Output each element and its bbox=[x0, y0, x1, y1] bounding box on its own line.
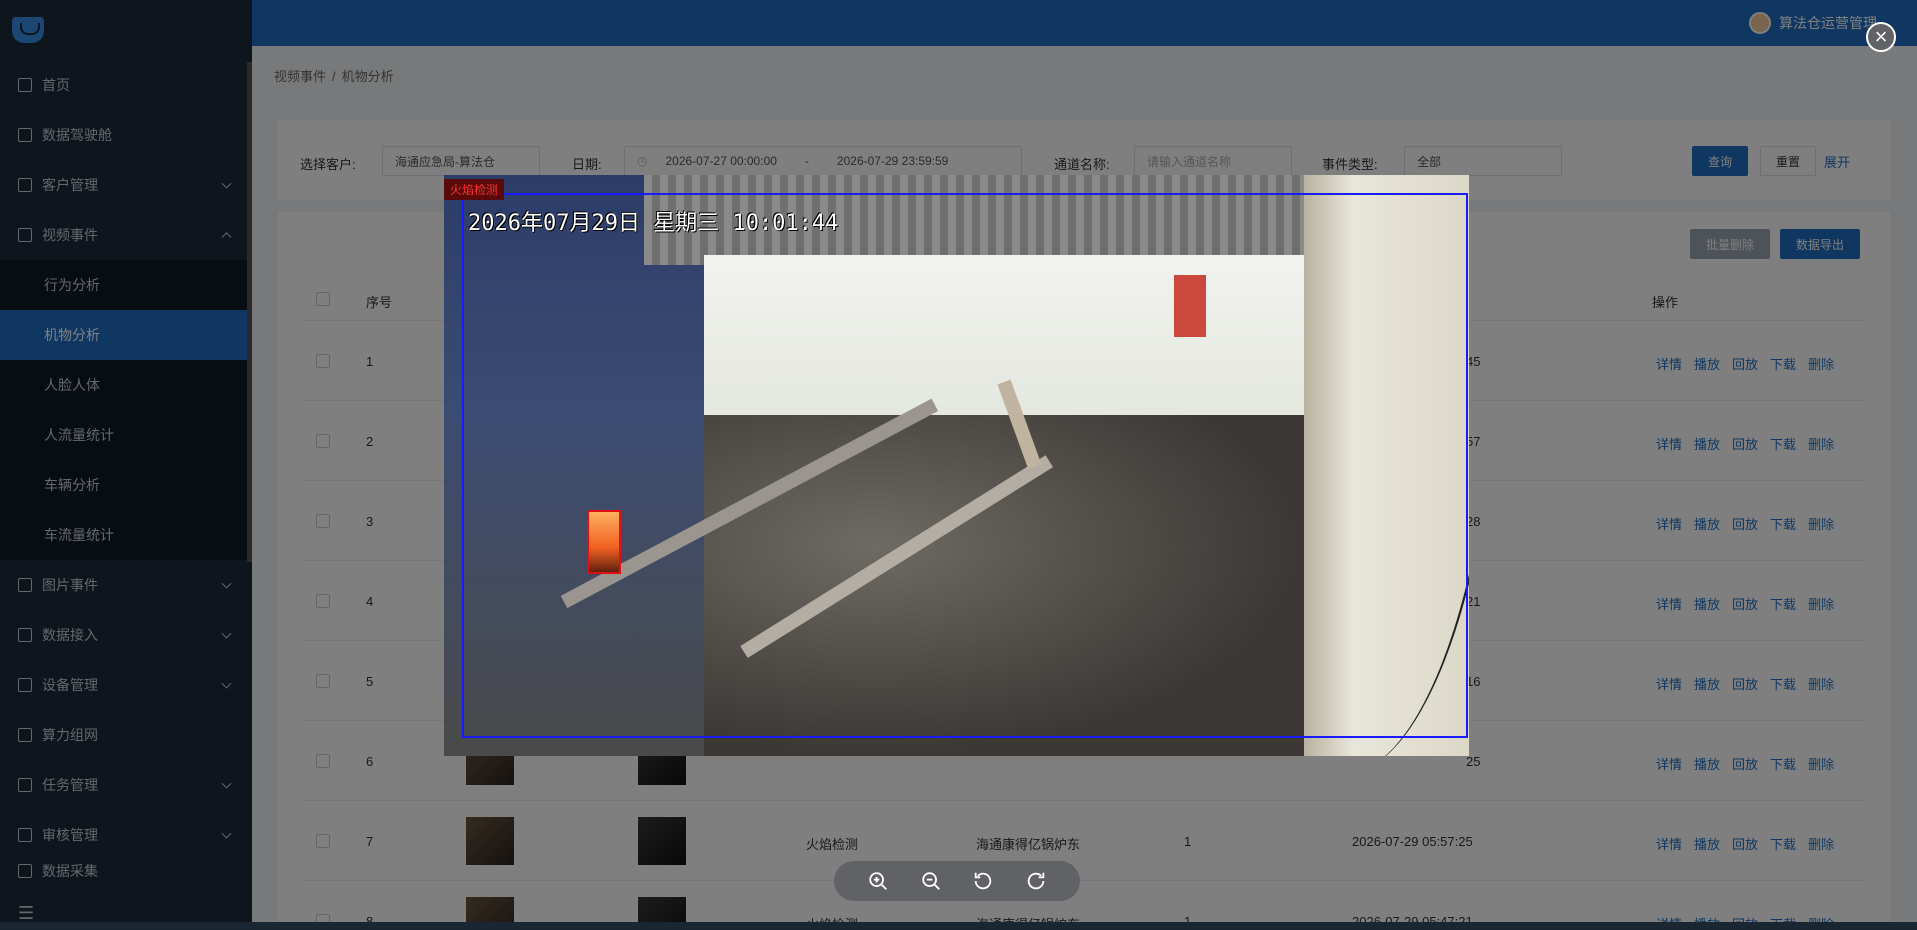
close-icon[interactable]: × bbox=[1866, 22, 1896, 52]
event-image: 火焰检测 2026年07月29日 星期三 10:01:44 bbox=[444, 175, 1469, 756]
zoom-in-icon[interactable] bbox=[865, 868, 891, 894]
zoom-out-icon[interactable] bbox=[918, 868, 944, 894]
viewer-toolbar bbox=[834, 861, 1080, 901]
fire-detection-box bbox=[587, 510, 621, 574]
taskbar bbox=[0, 922, 1917, 930]
roi-box bbox=[462, 193, 1468, 738]
camera-timestamp: 2026年07月29日 星期三 10:01:44 bbox=[468, 211, 839, 236]
detection-label: 火焰检测 bbox=[444, 179, 505, 200]
rotate-left-icon[interactable] bbox=[970, 868, 996, 894]
rotate-right-icon[interactable] bbox=[1023, 868, 1049, 894]
